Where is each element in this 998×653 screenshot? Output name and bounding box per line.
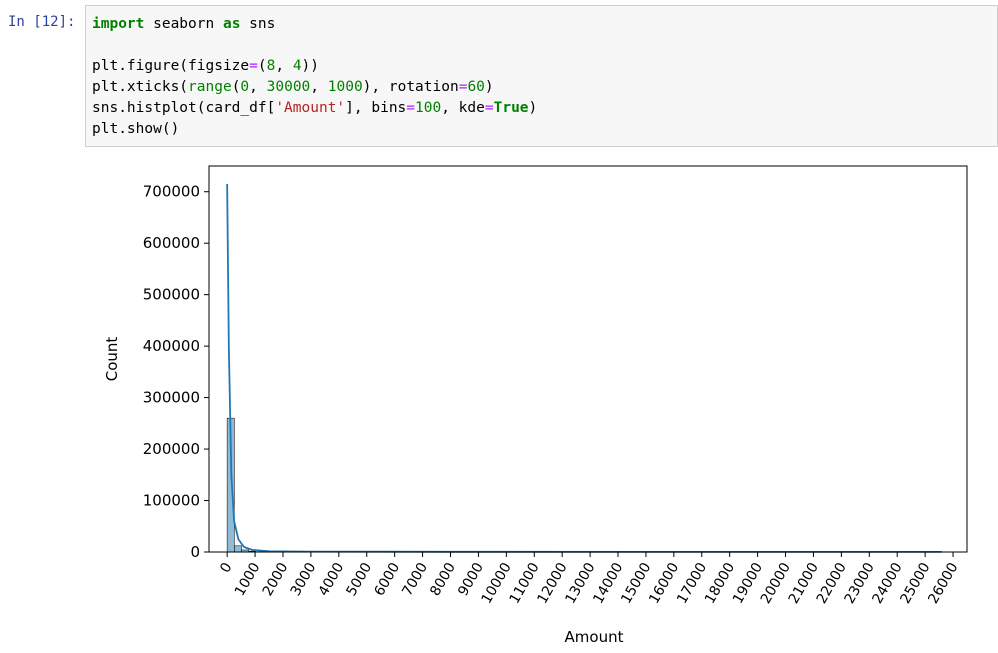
code-line: plt.figure(figsize=(8, 4))	[92, 56, 319, 76]
code-token: range	[188, 79, 232, 95]
code-cell-input[interactable]: import seaborn as sns plt.figure(figsize=…	[85, 5, 998, 147]
code-token: =	[484, 100, 494, 116]
x-tick-label: 7000	[399, 560, 431, 599]
code-token: seaborn	[144, 16, 223, 32]
code-token: (	[257, 58, 267, 74]
histogram-chart: 0 100000 200000 300000 400000 500000 600000 700…	[0, 150, 998, 653]
y-tick-label: 300000	[143, 389, 200, 407]
code-line: import seaborn as sns	[92, 14, 275, 34]
y-tick-label: 400000	[143, 337, 200, 355]
cell-prompt: In [12]:	[8, 14, 76, 30]
y-tick-label: 500000	[143, 286, 200, 304]
code-token: ,	[275, 58, 293, 74]
x-tick-label: 3000	[288, 560, 320, 599]
code-token: 4	[292, 58, 302, 74]
code-token: plt.show()	[92, 121, 180, 137]
x-tick-label: 1000	[232, 560, 264, 599]
x-tick-label: 8000	[427, 560, 459, 599]
code-token: ,	[310, 79, 328, 95]
code-token: plt.figure(figsize	[92, 58, 250, 74]
histogram-svg: 0 100000 200000 300000 400000 500000 600000 700…	[103, 165, 968, 646]
code-token: =	[406, 100, 416, 116]
code-token: 'Amount'	[275, 100, 346, 116]
y-tick-label: 700000	[143, 183, 200, 201]
code-token: , kde	[441, 100, 485, 116]
code-line: plt.show()	[92, 119, 179, 139]
code-line: sns.histplot(card_df['Amount'], bins=100…	[92, 98, 537, 118]
code-token: 1000	[327, 79, 363, 95]
code-token: 30000	[266, 79, 311, 95]
code-line: plt.xticks(range(0, 30000, 1000), rotati…	[92, 77, 494, 97]
x-tick-label: 5000	[344, 560, 376, 599]
y-axis-label: Count	[103, 337, 121, 382]
code-token: 60	[467, 79, 485, 95]
plot-frame	[208, 165, 968, 553]
x-tick-label: 0	[217, 560, 235, 576]
histogram-bar	[234, 545, 242, 553]
y-tick-label: 200000	[143, 440, 200, 458]
code-token: import	[92, 16, 145, 32]
code-token: ))	[301, 58, 320, 74]
code-token: sns.histplot(card_df[	[92, 100, 276, 116]
code-token: ], bins	[345, 100, 407, 116]
x-tick-label: 6000	[371, 560, 403, 599]
x-axis-label: Amount	[565, 628, 624, 646]
code-token: 100	[415, 100, 442, 116]
code-token: 0	[240, 79, 250, 95]
code-token: True	[493, 100, 529, 116]
x-tick-label: 4000	[316, 560, 348, 599]
code-token: sns	[240, 16, 276, 32]
code-token: )	[484, 79, 494, 95]
y-tick-label: 100000	[143, 492, 200, 510]
code-token: )	[528, 100, 538, 116]
y-tick-label: 600000	[143, 234, 200, 252]
code-token: ), rotation	[362, 79, 459, 95]
code-token: =	[249, 58, 258, 74]
code-token: ,	[249, 79, 267, 95]
code-token: as	[222, 16, 241, 32]
y-tick-label: 0	[190, 543, 200, 561]
code-token: plt.xticks(	[92, 79, 189, 95]
x-tick-label: 2000	[260, 560, 292, 599]
kde-line	[226, 184, 942, 553]
